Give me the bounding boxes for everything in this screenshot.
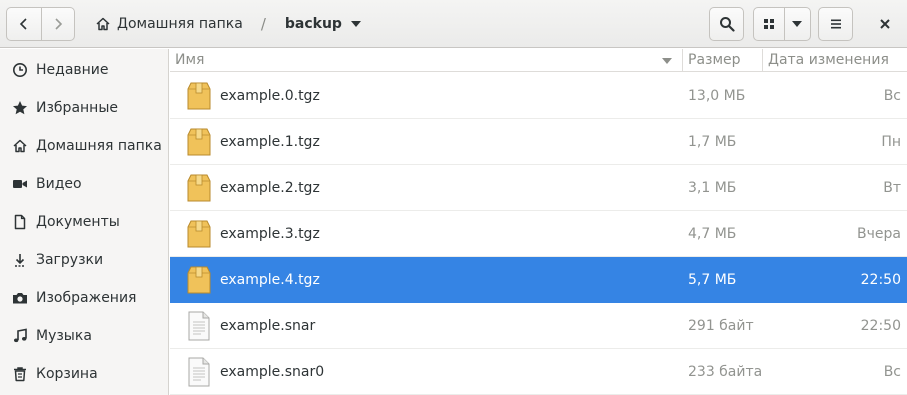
file-date: Вт — [883, 180, 901, 196]
camera-icon — [12, 290, 28, 306]
trash-icon — [12, 366, 28, 382]
sidebar-item-trash[interactable]: Корзина — [0, 355, 168, 393]
current-folder-label: backup — [284, 16, 342, 32]
view-mode-group — [753, 7, 811, 41]
text-file-icon — [188, 357, 210, 387]
archive-icon — [187, 220, 211, 248]
archive-icon — [187, 128, 211, 156]
sidebar-item-pictures[interactable]: Изображения — [0, 279, 168, 317]
file-name: example.0.tgz — [220, 88, 320, 104]
sidebar-item-label: Корзина — [36, 366, 98, 382]
file-name: example.snar — [220, 318, 316, 334]
sidebar: Недавние Избранные Домашняя папка Видео … — [0, 49, 169, 395]
sidebar-item-starred[interactable]: Избранные — [0, 89, 168, 127]
forward-button[interactable] — [40, 8, 75, 40]
sidebar-item-label: Избранные — [36, 100, 118, 116]
close-button[interactable] — [868, 7, 902, 41]
file-size: 3,1 МБ — [688, 180, 737, 196]
hamburger-menu-icon — [830, 19, 841, 29]
sidebar-item-label: Домашняя папка — [36, 138, 162, 154]
file-name: example.4.tgz — [220, 272, 320, 288]
file-date: Пн — [881, 134, 901, 150]
chevron-right-icon — [55, 18, 62, 30]
close-icon — [880, 19, 890, 29]
file-name: example.2.tgz — [220, 180, 320, 196]
file-date: 22:50 — [860, 318, 901, 334]
archive-icon — [187, 82, 211, 110]
column-size-header[interactable]: Размер — [688, 49, 741, 72]
sidebar-item-label: Музыка — [36, 328, 92, 344]
document-icon — [12, 214, 28, 230]
column-name-header[interactable]: Имя — [175, 49, 204, 72]
chevron-down-icon — [350, 21, 361, 27]
file-date: Вс — [883, 88, 901, 104]
sidebar-item-label: Видео — [36, 176, 82, 192]
sidebar-item-videos[interactable]: Видео — [0, 165, 168, 203]
main-menu-button[interactable] — [818, 7, 853, 41]
archive-icon — [187, 266, 211, 294]
view-options-button[interactable] — [783, 8, 810, 40]
sidebar-item-music[interactable]: Музыка — [0, 317, 168, 355]
file-row[interactable]: example.1.tgz 1,7 МБ Пн — [170, 119, 907, 165]
file-row[interactable]: example.3.tgz 4,7 МБ Вчера — [170, 211, 907, 257]
text-file-icon — [188, 311, 210, 341]
file-date: Вчера — [857, 226, 901, 242]
sidebar-item-documents[interactable]: Документы — [0, 203, 168, 241]
chevron-left-icon — [19, 18, 27, 30]
sidebar-item-label: Недавние — [36, 62, 109, 78]
sidebar-item-recent[interactable]: Недавние — [0, 51, 168, 89]
search-button[interactable] — [709, 7, 744, 41]
archive-icon — [187, 174, 211, 202]
file-size: 233 байта — [688, 364, 763, 380]
sidebar-item-label: Изображения — [36, 290, 137, 306]
breadcrumb-home[interactable]: Домашняя папка — [94, 7, 243, 41]
music-icon — [12, 328, 28, 344]
file-row[interactable]: example.0.tgz 13,0 МБ Вс — [170, 73, 907, 119]
sidebar-item-label: Загрузки — [36, 252, 104, 268]
navigation-buttons — [6, 7, 75, 41]
breadcrumb-current[interactable]: backup — [285, 16, 361, 32]
sidebar-item-downloads[interactable]: Загрузки — [0, 241, 168, 279]
download-icon — [12, 252, 28, 268]
search-icon — [719, 17, 735, 32]
file-row[interactable]: example.snar 291 байт 22:50 — [170, 303, 907, 349]
column-header: Имя Размер Дата изменения — [170, 49, 907, 72]
file-list: example.0.tgz 13,0 МБ Вс example.1.tgz 1… — [170, 73, 907, 395]
breadcrumb-separator: / — [260, 15, 266, 33]
file-row-selected[interactable]: example.4.tgz 5,7 МБ 22:50 — [170, 257, 907, 303]
sidebar-item-home[interactable]: Домашняя папка — [0, 127, 168, 165]
file-row[interactable]: example.2.tgz 3,1 МБ Вт — [170, 165, 907, 211]
file-row[interactable]: example.snar0 233 байта Вс — [170, 349, 907, 395]
video-icon — [12, 176, 28, 192]
breadcrumb-home-label: Домашняя папка — [117, 16, 243, 32]
back-button[interactable] — [7, 8, 41, 40]
column-divider[interactable] — [762, 49, 763, 72]
file-size: 13,0 МБ — [688, 88, 746, 104]
file-size: 4,7 МБ — [688, 226, 737, 242]
grid-view-icon — [763, 19, 774, 29]
file-size: 1,7 МБ — [688, 134, 737, 150]
chevron-down-icon — [792, 21, 803, 27]
home-icon — [12, 138, 28, 154]
file-size: 291 байт — [688, 318, 754, 334]
column-divider[interactable] — [682, 49, 683, 72]
grid-view-button[interactable] — [754, 8, 784, 40]
header-bar: Домашняя папка / backup — [0, 0, 907, 48]
file-size: 5,7 МБ — [688, 272, 737, 288]
home-icon — [96, 17, 110, 31]
breadcrumb: Домашняя папка / backup — [94, 7, 361, 41]
clock-icon — [12, 62, 28, 78]
file-name: example.snar0 — [220, 364, 325, 380]
sidebar-item-label: Документы — [36, 214, 120, 230]
file-name: example.3.tgz — [220, 226, 320, 242]
sort-descending-icon — [662, 58, 672, 64]
star-icon — [12, 100, 28, 116]
column-date-header[interactable]: Дата изменения — [768, 49, 889, 72]
file-date: 22:50 — [860, 272, 901, 288]
file-name: example.1.tgz — [220, 134, 320, 150]
file-date: Вс — [883, 364, 901, 380]
